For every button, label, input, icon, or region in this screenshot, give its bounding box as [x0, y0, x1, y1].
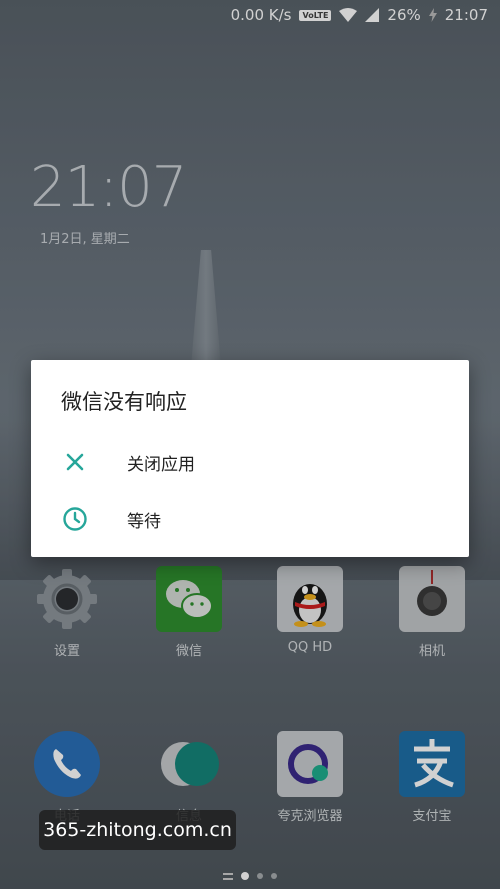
- app-not-responding-dialog: 微信没有响应 关闭应用 等待: [31, 360, 469, 557]
- wait-option[interactable]: 等待: [31, 491, 469, 547]
- watermark: 365-zhitong.com.cn: [39, 810, 236, 850]
- close-app-option[interactable]: 关闭应用: [31, 434, 469, 490]
- wait-label: 等待: [127, 511, 161, 532]
- clock-icon: [61, 505, 89, 533]
- dialog-title: 微信没有响应: [61, 390, 187, 414]
- close-icon: [61, 448, 89, 476]
- close-app-label: 关闭应用: [127, 454, 195, 475]
